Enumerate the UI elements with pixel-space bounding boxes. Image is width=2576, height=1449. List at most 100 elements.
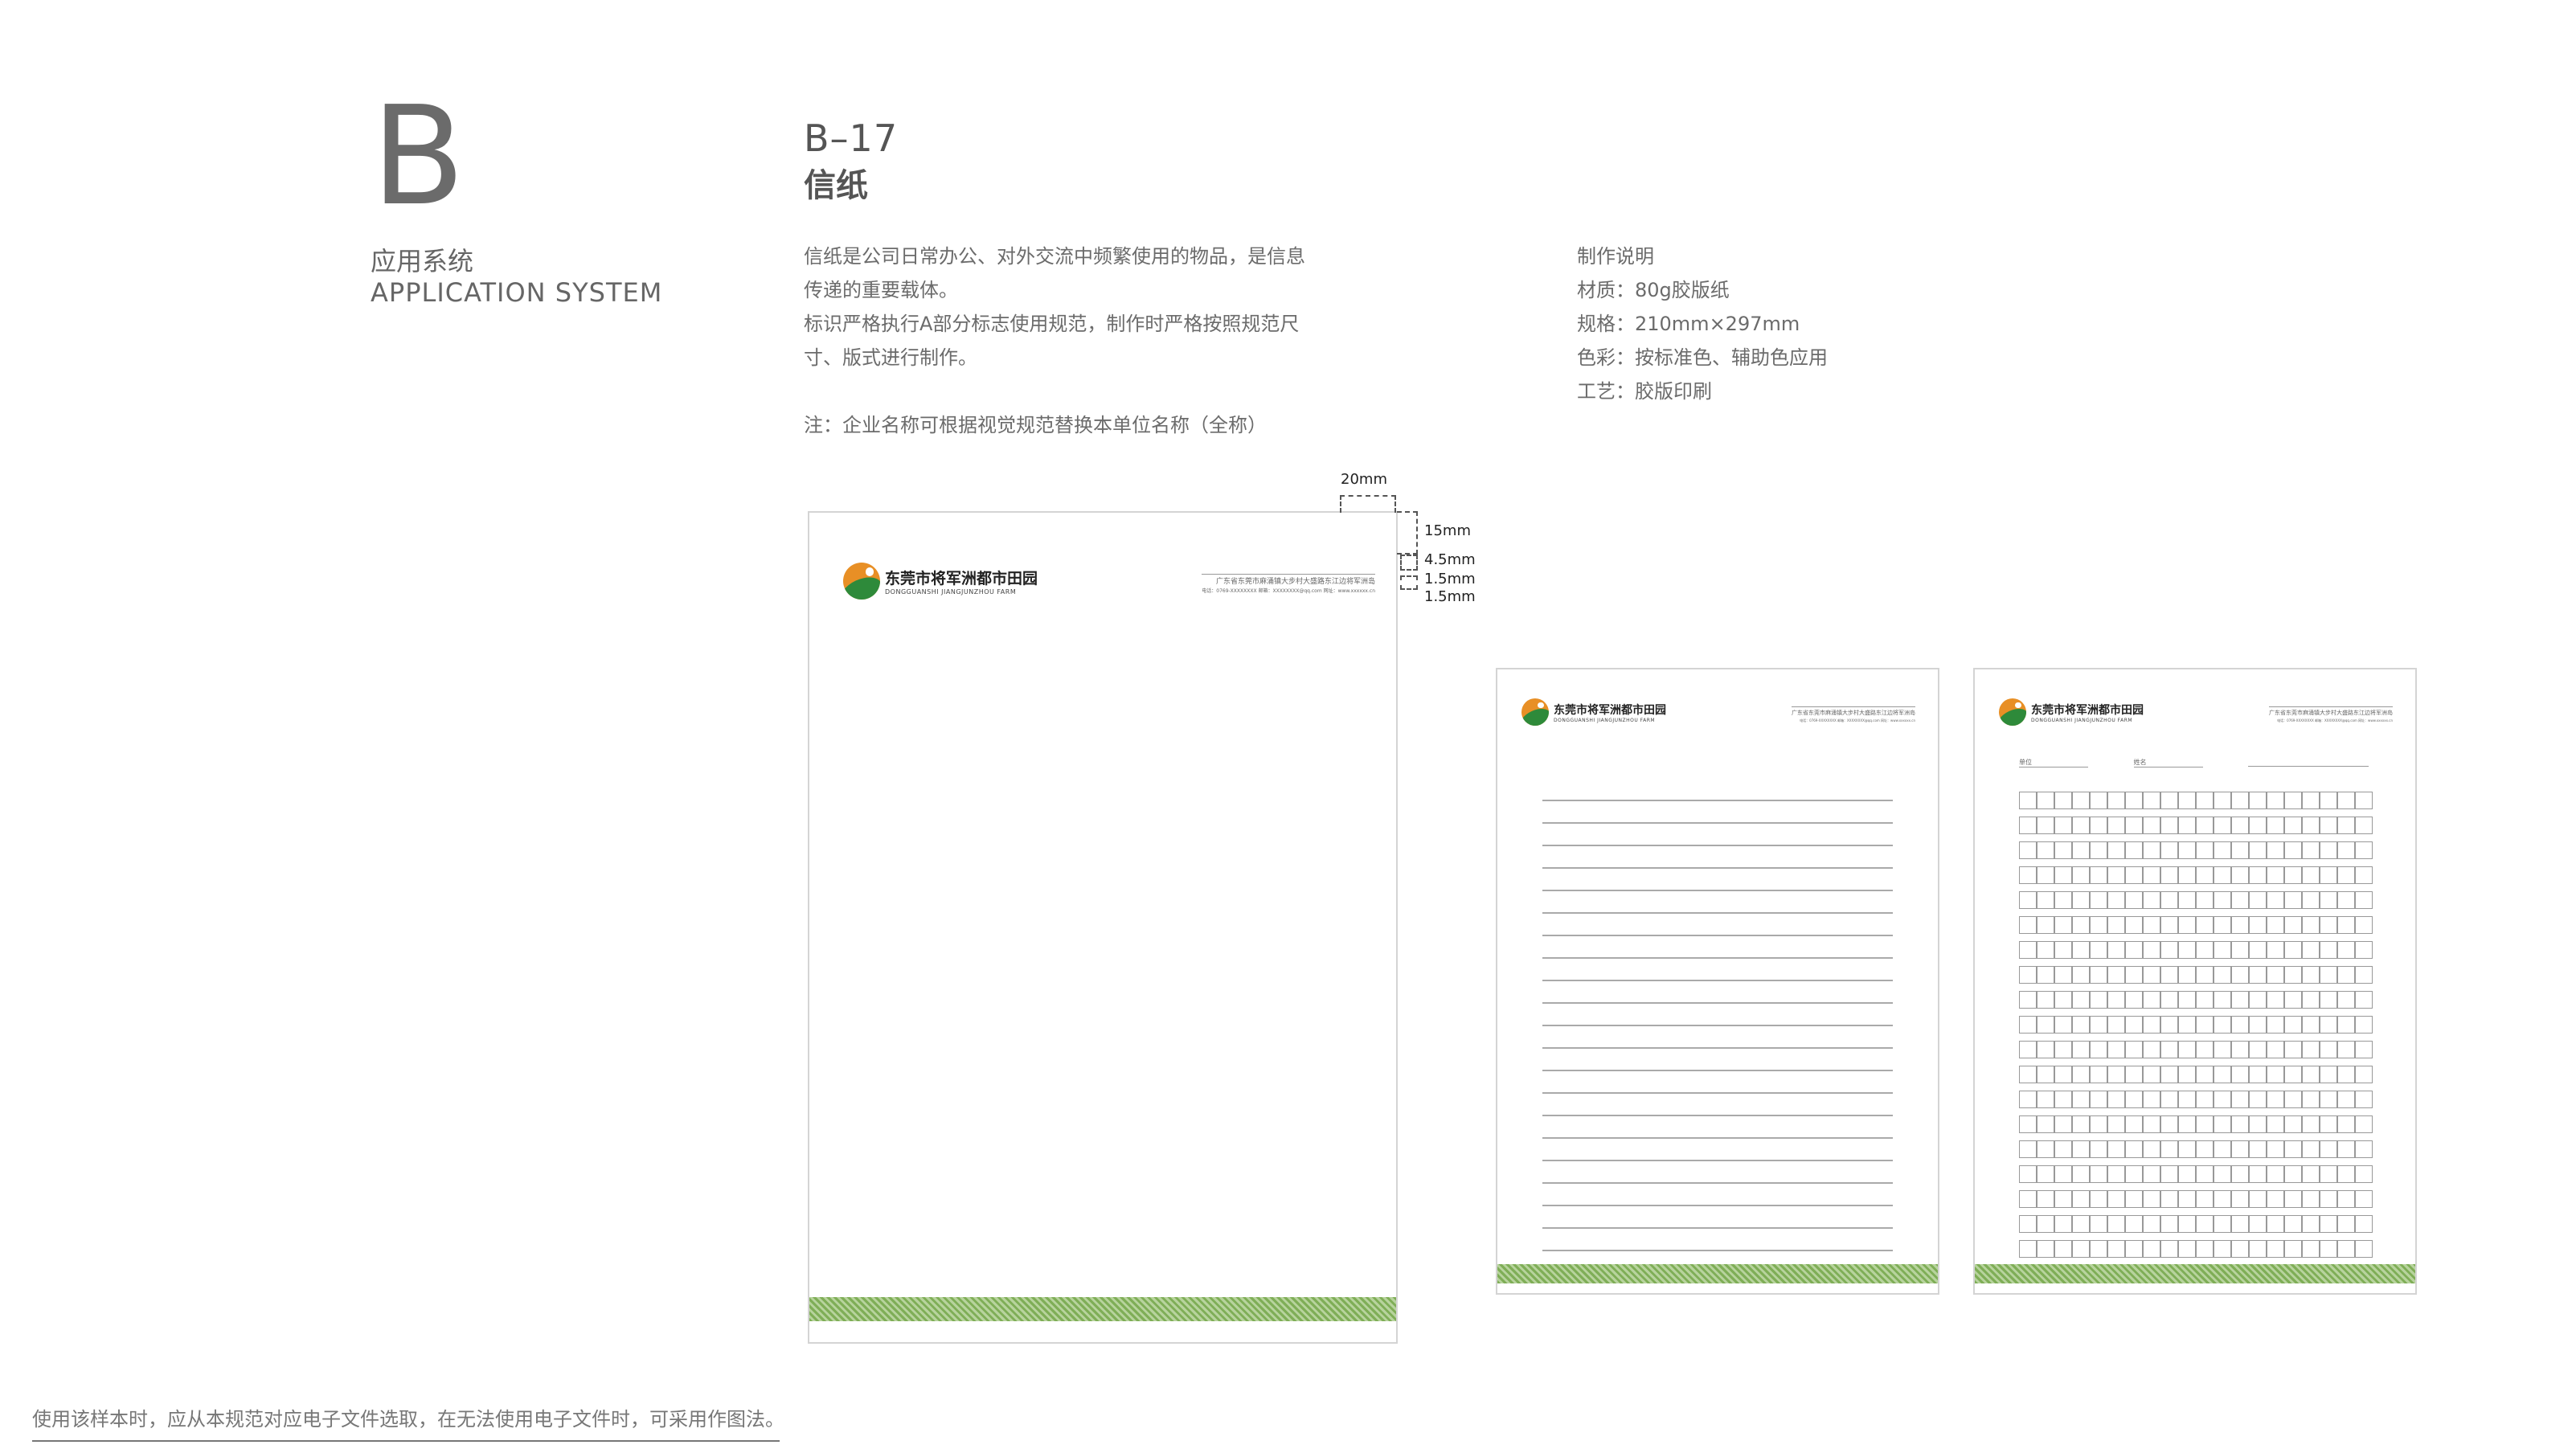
grid-cell [2019,841,2037,859]
grid-cell [2267,817,2284,834]
brand-address: 广东省东莞市麻涌镇大步村大盛路东江边将军洲岛 [1792,710,1915,716]
grid-cell [2178,916,2196,934]
grid-cell [2107,1240,2125,1258]
grid-cell [2125,1190,2143,1208]
grid-cell [2107,1115,2125,1133]
grid-cell [2072,891,2090,909]
grid-cell [2037,817,2054,834]
field-name: 姓名 [2133,758,2203,767]
writing-line [1542,914,1893,936]
grid-cell [2090,1016,2107,1034]
writing-line [1542,1004,1893,1026]
grid-cell [2143,1041,2160,1058]
dim-right-margin-box [1340,495,1396,513]
grid-cell [2196,1165,2214,1183]
dim-gap2: 1.5mm [1424,588,1476,605]
grid-cell [2160,1091,2178,1108]
grid-cell [2054,1016,2072,1034]
grid-cell [2037,1190,2054,1208]
grid-cell [2054,817,2072,834]
grid-cell [2125,1165,2143,1183]
grid-cell [2090,1190,2107,1208]
grid-cell [2160,1165,2178,1183]
grid-cell [2125,1240,2143,1258]
grid-cell [2214,1190,2231,1208]
grid-cell [2337,1190,2355,1208]
brand-address-block: 广东省东莞市麻涌镇大步村大盛路东江边将军洲岛 电话：0769-XXXXXXXX … [2269,706,2393,724]
grid-cell [2355,1091,2373,1108]
grid-cell [2355,916,2373,934]
grid-cell [2178,1066,2196,1083]
grid-cell [2231,891,2249,909]
grid-cell [2214,916,2231,934]
grid-cell [2143,1140,2160,1158]
grid-cell [2355,1066,2373,1083]
grid-row [2019,841,2373,859]
grid-cell [2231,916,2249,934]
grid-cell [2320,891,2337,909]
grid-cell [2125,792,2143,809]
grid-cell [2302,941,2320,959]
grid-cell [2302,1215,2320,1233]
grid-cell [2178,792,2196,809]
grid-cell [2090,916,2107,934]
decorative-band [1975,1264,2415,1283]
grid-cell [2037,1215,2054,1233]
grid-fields: 单位 姓名 [2019,758,2369,767]
writing-line [1542,801,1893,824]
grid-cell [2160,1115,2178,1133]
grid-cell [2196,966,2214,984]
grid-cell [2214,1115,2231,1133]
grid-cell [2019,941,2037,959]
grid-cell [2196,1066,2214,1083]
grid-cell [2072,1041,2090,1058]
brand-address-block: 广东省东莞市麻涌镇大步村大盛路东江边将军洲岛 电话：0769-XXXXXXXX … [1792,706,1915,724]
writing-line [1542,1184,1893,1206]
grid-row [2019,1016,2373,1034]
grid-cell [2037,841,2054,859]
grid-row [2019,966,2373,984]
grid-cell [2267,1115,2284,1133]
grid-row [2019,1140,2373,1158]
page-title: 信纸 [804,167,868,204]
grid-cell [2178,841,2196,859]
brand-address-block: 广东省东莞市麻涌镇大步村大盛路东江边将军洲岛 电话：0769-XXXXXXXX … [1202,574,1375,596]
grid-cell [2054,966,2072,984]
grid-cell [2143,1016,2160,1034]
grid-cell [2267,891,2284,909]
grid-row [2019,1115,2373,1133]
grid-cell [2125,866,2143,884]
grid-cell [2284,1115,2302,1133]
grid-cell [2231,1190,2249,1208]
grid-cell [2196,1240,2214,1258]
grid-cell [2267,1165,2284,1183]
grid-cell [2249,841,2267,859]
grid-cell [2019,1165,2037,1183]
grid-cell [2090,792,2107,809]
grid-cell [2178,1165,2196,1183]
grid-cell [2320,1115,2337,1133]
grid-cell [2072,1140,2090,1158]
grid-cell [2037,1165,2054,1183]
grid-cell [2160,1215,2178,1233]
grid-cell [2037,1066,2054,1083]
grid-cell [2337,1091,2355,1108]
grid-cell [2320,1016,2337,1034]
grid-cell [2160,966,2178,984]
grid-cell [2037,1140,2054,1158]
writing-line [1542,1049,1893,1071]
brand-address: 广东省东莞市麻涌镇大步村大盛路东江边将军洲岛 [2269,710,2393,716]
grid-cell [2302,991,2320,1009]
grid-cell [2143,1215,2160,1233]
grid-cell [2072,966,2090,984]
grid-cell [2037,1016,2054,1034]
brand-logo-icon [1521,698,1549,726]
writing-line [1542,846,1893,869]
grid-cell [2337,817,2355,834]
grid-row [2019,916,2373,934]
grid-cell [2037,1091,2054,1108]
grid-cell [2019,1091,2037,1108]
grid-cell [2037,941,2054,959]
grid-cell [2284,1016,2302,1034]
grid-cell [2302,966,2320,984]
